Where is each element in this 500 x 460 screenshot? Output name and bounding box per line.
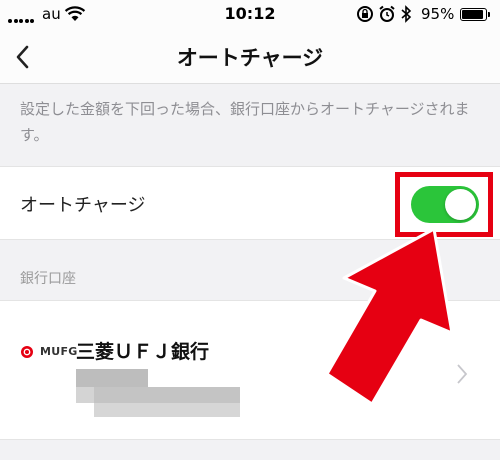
page-title: オートチャージ xyxy=(176,46,324,70)
section-header-bank: 銀行口座 xyxy=(20,271,76,287)
annotation-arrow xyxy=(325,227,454,405)
battery-level-fill xyxy=(462,10,483,19)
screen: au 10:12 95% オートチャージ 設定した金額を下回った場合、銀行口座か… xyxy=(0,0,500,460)
status-bar: au 10:12 95% xyxy=(0,0,500,30)
redacted-account-detail xyxy=(76,369,148,387)
description-text: 設定した金額を下回った場合、銀行口座からオートチャージされます。 xyxy=(20,100,470,144)
navigation-bar: オートチャージ xyxy=(0,30,500,84)
battery-percent: 95% xyxy=(421,5,455,23)
battery-icon xyxy=(460,8,487,21)
redacted-account-detail xyxy=(76,387,94,403)
auto-charge-label: オートチャージ xyxy=(20,195,146,216)
bank-name: 三菱ＵＦＪ銀行 xyxy=(76,341,210,363)
rotation-lock-icon xyxy=(357,6,373,22)
bank-logo-text: MUFG xyxy=(40,345,78,358)
bluetooth-icon xyxy=(401,5,412,23)
alarm-icon xyxy=(379,5,395,22)
redacted-account-detail xyxy=(94,403,240,417)
redacted-account-detail xyxy=(94,387,240,403)
battery-tip xyxy=(488,12,490,17)
